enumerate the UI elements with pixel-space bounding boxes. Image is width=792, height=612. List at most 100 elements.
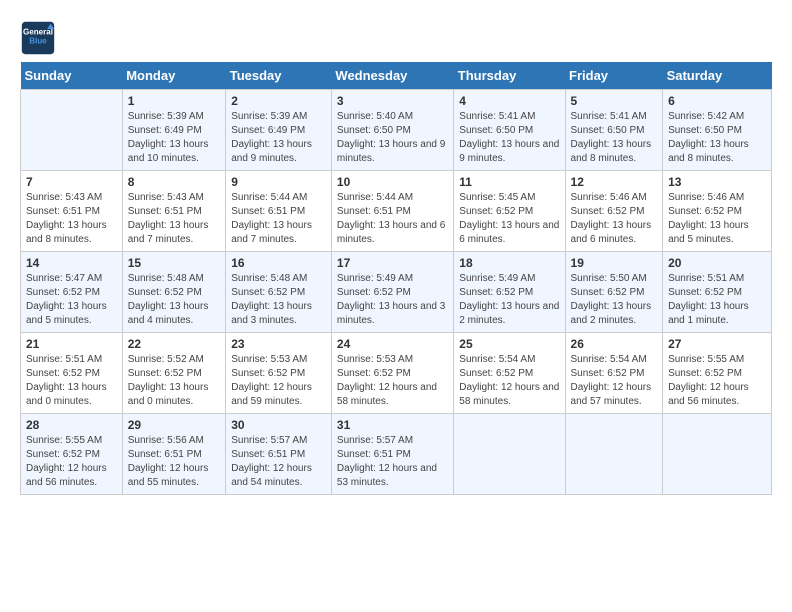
header-monday: Monday (122, 62, 226, 90)
day-content: Sunrise: 5:50 AM Sunset: 6:52 PM Dayligh… (571, 272, 658, 328)
day-content: Sunrise: 5:46 AM Sunset: 6:52 PM Dayligh… (668, 191, 766, 247)
svg-text:Blue: Blue (29, 36, 47, 45)
calendar-header: SundayMondayTuesdayWednesdayThursdayFrid… (21, 62, 772, 90)
day-content: Sunrise: 5:49 AM Sunset: 6:52 PM Dayligh… (337, 272, 448, 328)
calendar-cell: 27 Sunrise: 5:55 AM Sunset: 6:52 PM Dayli… (663, 333, 772, 414)
day-number: 28 (26, 418, 117, 432)
day-number: 1 (128, 94, 221, 108)
day-content: Sunrise: 5:53 AM Sunset: 6:52 PM Dayligh… (337, 353, 448, 409)
calendar-cell: 11 Sunrise: 5:45 AM Sunset: 6:52 PM Dayli… (454, 171, 565, 252)
header-tuesday: Tuesday (226, 62, 332, 90)
calendar-cell: 5Sunrise: 5:41 AM Sunset: 6:50 PM Daylig… (565, 90, 663, 171)
week-row-3: 21Sunrise: 5:51 AM Sunset: 6:52 PM Dayli… (21, 333, 772, 414)
calendar-cell (663, 414, 772, 495)
day-content: Sunrise: 5:41 AM Sunset: 6:50 PM Dayligh… (459, 110, 559, 166)
day-number: 13 (668, 175, 766, 189)
day-content: Sunrise: 5:55 AM Sunset: 6:52 PM Dayligh… (668, 353, 766, 409)
day-content: Sunrise: 5:44 AM Sunset: 6:51 PM Dayligh… (231, 191, 326, 247)
day-number: 8 (128, 175, 221, 189)
week-row-2: 14 Sunrise: 5:47 AM Sunset: 6:52 PM Dayli… (21, 252, 772, 333)
calendar-cell: 9 Sunrise: 5:44 AM Sunset: 6:51 PM Daylig… (226, 171, 332, 252)
day-number: 4 (459, 94, 559, 108)
day-number: 26 (571, 337, 658, 351)
calendar-cell: 2 Sunrise: 5:39 AM Sunset: 6:49 PM Daylig… (226, 90, 332, 171)
day-content: Sunrise: 5:48 AM Sunset: 6:52 PM Dayligh… (231, 272, 326, 328)
header-friday: Friday (565, 62, 663, 90)
calendar-cell (565, 414, 663, 495)
day-number: 10 (337, 175, 448, 189)
day-content: Sunrise: 5:48 AM Sunset: 6:52 PM Dayligh… (128, 272, 221, 328)
day-number: 17 (337, 256, 448, 270)
calendar-cell (454, 414, 565, 495)
day-content: Sunrise: 5:53 AM Sunset: 6:52 PM Dayligh… (231, 353, 326, 409)
calendar-cell: 13 Sunrise: 5:46 AM Sunset: 6:52 PM Dayli… (663, 171, 772, 252)
calendar-cell: 25 Sunrise: 5:54 AM Sunset: 6:52 PM Dayli… (454, 333, 565, 414)
page-header: General Blue (20, 20, 772, 56)
day-number: 25 (459, 337, 559, 351)
week-row-1: 7 Sunrise: 5:43 AM Sunset: 6:51 PM Daylig… (21, 171, 772, 252)
day-content: Sunrise: 5:57 AM Sunset: 6:51 PM Dayligh… (337, 434, 448, 490)
day-content: Sunrise: 5:49 AM Sunset: 6:52 PM Dayligh… (459, 272, 559, 328)
calendar-cell: 1 Sunrise: 5:39 AM Sunset: 6:49 PM Daylig… (122, 90, 226, 171)
logo-icon: General Blue (20, 20, 56, 56)
day-content: Sunrise: 5:54 AM Sunset: 6:52 PM Dayligh… (459, 353, 559, 409)
day-number: 5 (571, 94, 658, 108)
day-number: 7 (26, 175, 117, 189)
day-content: Sunrise: 5:42 AM Sunset: 6:50 PM Dayligh… (668, 110, 766, 166)
day-content: Sunrise: 5:39 AM Sunset: 6:49 PM Dayligh… (128, 110, 221, 166)
day-content: Sunrise: 5:44 AM Sunset: 6:51 PM Dayligh… (337, 191, 448, 247)
day-content: Sunrise: 5:51 AM Sunset: 6:52 PM Dayligh… (26, 353, 117, 409)
calendar-cell (21, 90, 123, 171)
header-sunday: Sunday (21, 62, 123, 90)
day-content: Sunrise: 5:51 AM Sunset: 6:52 PM Dayligh… (668, 272, 766, 328)
day-content: Sunrise: 5:39 AM Sunset: 6:49 PM Dayligh… (231, 110, 326, 166)
day-number: 19 (571, 256, 658, 270)
calendar-cell: 26Sunrise: 5:54 AM Sunset: 6:52 PM Dayli… (565, 333, 663, 414)
day-number: 6 (668, 94, 766, 108)
day-content: Sunrise: 5:43 AM Sunset: 6:51 PM Dayligh… (128, 191, 221, 247)
calendar-cell: 14 Sunrise: 5:47 AM Sunset: 6:52 PM Dayli… (21, 252, 123, 333)
calendar-cell: 15Sunrise: 5:48 AM Sunset: 6:52 PM Dayli… (122, 252, 226, 333)
header-wednesday: Wednesday (331, 62, 453, 90)
day-content: Sunrise: 5:47 AM Sunset: 6:52 PM Dayligh… (26, 272, 117, 328)
calendar-cell: 19 Sunrise: 5:50 AM Sunset: 6:52 PM Dayli… (565, 252, 663, 333)
day-number: 23 (231, 337, 326, 351)
day-number: 20 (668, 256, 766, 270)
calendar-cell: 3 Sunrise: 5:40 AM Sunset: 6:50 PM Daylig… (331, 90, 453, 171)
calendar-cell: 21Sunrise: 5:51 AM Sunset: 6:52 PM Dayli… (21, 333, 123, 414)
day-content: Sunrise: 5:56 AM Sunset: 6:51 PM Dayligh… (128, 434, 221, 490)
calendar-cell: 16Sunrise: 5:48 AM Sunset: 6:52 PM Dayli… (226, 252, 332, 333)
day-number: 9 (231, 175, 326, 189)
calendar-cell: 7Sunrise: 5:43 AM Sunset: 6:51 PM Daylig… (21, 171, 123, 252)
day-number: 11 (459, 175, 559, 189)
day-number: 22 (128, 337, 221, 351)
day-number: 2 (231, 94, 326, 108)
day-content: Sunrise: 5:45 AM Sunset: 6:52 PM Dayligh… (459, 191, 559, 247)
day-number: 14 (26, 256, 117, 270)
calendar-cell: 22 Sunrise: 5:52 AM Sunset: 6:52 PM Dayli… (122, 333, 226, 414)
calendar-table: SundayMondayTuesdayWednesdayThursdayFrid… (20, 62, 772, 495)
day-content: Sunrise: 5:57 AM Sunset: 6:51 PM Dayligh… (231, 434, 326, 490)
calendar-cell: 23 Sunrise: 5:53 AM Sunset: 6:52 PM Dayli… (226, 333, 332, 414)
calendar-cell: 30Sunrise: 5:57 AM Sunset: 6:51 PM Dayli… (226, 414, 332, 495)
header-thursday: Thursday (454, 62, 565, 90)
header-saturday: Saturday (663, 62, 772, 90)
day-number: 27 (668, 337, 766, 351)
calendar-cell: 12Sunrise: 5:46 AM Sunset: 6:52 PM Dayli… (565, 171, 663, 252)
logo: General Blue (20, 20, 62, 56)
week-row-0: 1 Sunrise: 5:39 AM Sunset: 6:49 PM Daylig… (21, 90, 772, 171)
calendar-cell: 8 Sunrise: 5:43 AM Sunset: 6:51 PM Daylig… (122, 171, 226, 252)
day-number: 3 (337, 94, 448, 108)
calendar-body: 1 Sunrise: 5:39 AM Sunset: 6:49 PM Daylig… (21, 90, 772, 495)
day-number: 18 (459, 256, 559, 270)
day-content: Sunrise: 5:52 AM Sunset: 6:52 PM Dayligh… (128, 353, 221, 409)
day-content: Sunrise: 5:55 AM Sunset: 6:52 PM Dayligh… (26, 434, 117, 490)
calendar-cell: 6 Sunrise: 5:42 AM Sunset: 6:50 PM Daylig… (663, 90, 772, 171)
calendar-cell: 4 Sunrise: 5:41 AM Sunset: 6:50 PM Daylig… (454, 90, 565, 171)
day-number: 31 (337, 418, 448, 432)
calendar-cell: 24 Sunrise: 5:53 AM Sunset: 6:52 PM Dayli… (331, 333, 453, 414)
day-number: 24 (337, 337, 448, 351)
day-content: Sunrise: 5:40 AM Sunset: 6:50 PM Dayligh… (337, 110, 448, 166)
header-row: SundayMondayTuesdayWednesdayThursdayFrid… (21, 62, 772, 90)
day-content: Sunrise: 5:46 AM Sunset: 6:52 PM Dayligh… (571, 191, 658, 247)
